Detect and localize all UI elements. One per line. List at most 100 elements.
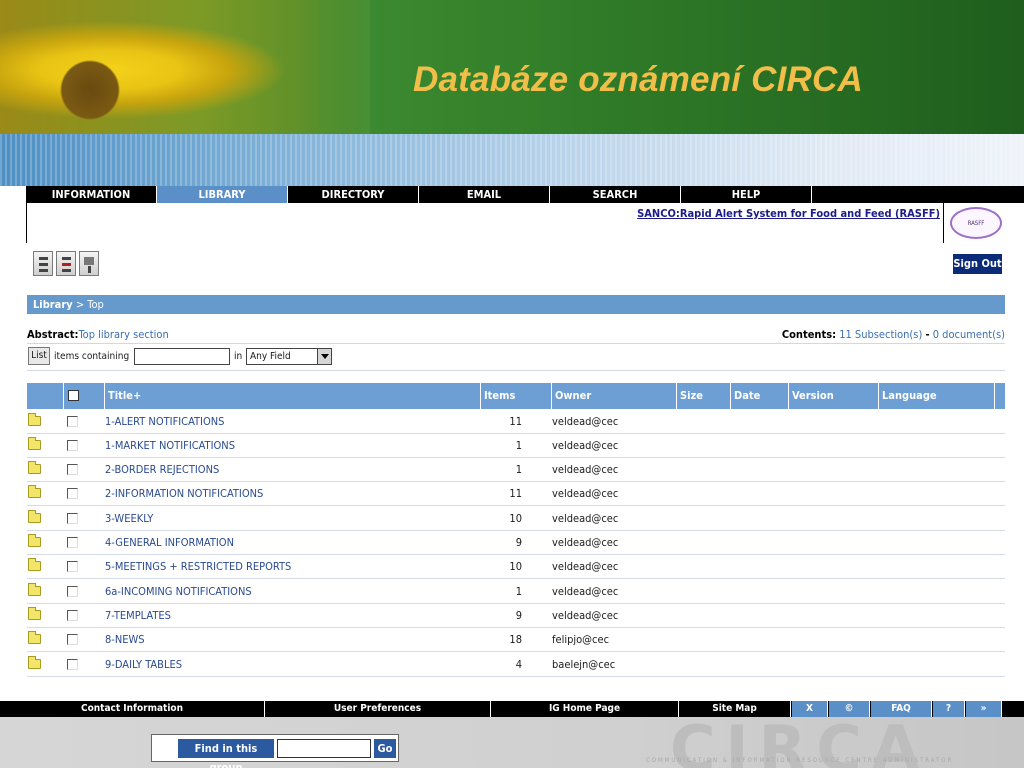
download-icon[interactable]: [79, 251, 99, 276]
tab-information[interactable]: INFORMATION: [26, 186, 157, 203]
row-items: 18: [509, 633, 522, 646]
row-title-link[interactable]: 8-NEWS: [105, 633, 145, 646]
table-row: 7-TEMPLATES 9 veldead@cec: [27, 604, 1005, 628]
footer-preferences-link[interactable]: User Preferences: [265, 701, 491, 717]
tab-library[interactable]: LIBRARY: [157, 186, 288, 203]
list-view-icon[interactable]: [33, 251, 53, 276]
col-version[interactable]: Version: [788, 383, 880, 409]
row-items: 9: [515, 536, 522, 549]
row-owner: baelejn@cec: [552, 658, 616, 671]
row-owner: veldead@cec: [552, 609, 619, 622]
contents-summary: Contents: 11 Subsection(s) - 0 document(…: [781, 328, 1005, 341]
footer-sitemap-link[interactable]: Site Map: [679, 701, 791, 717]
row-items: 11: [509, 487, 522, 500]
table-row: 9-DAILY TABLES 4 baelejn@cec: [27, 653, 1005, 677]
sign-out-button[interactable]: Sign Out: [953, 254, 1002, 274]
folder-icon[interactable]: [28, 485, 41, 498]
row-checkbox[interactable]: [67, 464, 78, 475]
col-owner[interactable]: Owner: [551, 383, 676, 409]
row-owner: veldead@cec: [552, 415, 619, 428]
go-button[interactable]: Go: [374, 739, 396, 758]
row-title-link[interactable]: 6a-INCOMING NOTIFICATIONS: [105, 585, 252, 598]
row-checkbox[interactable]: [67, 634, 78, 645]
row-checkbox[interactable]: [67, 513, 78, 524]
footer-x-button[interactable]: X: [792, 701, 828, 717]
row-checkbox[interactable]: [67, 488, 78, 499]
footer-contact-link[interactable]: Contact Information: [0, 701, 265, 717]
abstract: Abstract:Top library section: [27, 328, 169, 341]
row-items: 10: [509, 560, 522, 573]
row-owner: felipjo@cec: [552, 633, 610, 646]
row-checkbox[interactable]: [67, 537, 78, 548]
row-owner: veldead@cec: [552, 560, 619, 573]
col-date[interactable]: Date: [730, 383, 788, 409]
slide-banner: Databáze oznámení CIRCA: [0, 0, 1024, 134]
table-row: 1-ALERT NOTIFICATIONS 11 veldead@cec: [27, 410, 1005, 434]
row-checkbox[interactable]: [67, 416, 78, 427]
row-checkbox[interactable]: [67, 561, 78, 572]
search-input[interactable]: [134, 348, 230, 365]
row-owner: veldead@cec: [552, 487, 619, 500]
find-in-group: Find in this group Go: [151, 734, 399, 768]
folder-icon[interactable]: [28, 583, 41, 596]
tab-help[interactable]: HELP: [681, 186, 812, 203]
folder-icon[interactable]: [28, 510, 41, 523]
row-title-link[interactable]: 1-ALERT NOTIFICATIONS: [105, 415, 224, 428]
folder-icon[interactable]: [28, 461, 41, 474]
row-owner: veldead@cec: [552, 439, 619, 452]
find-input[interactable]: [277, 739, 371, 758]
table-row: 8-NEWS 18 felipjo@cec: [27, 628, 1005, 652]
folder-icon[interactable]: [28, 413, 41, 426]
decorative-stripe: [0, 134, 1024, 186]
col-title[interactable]: Title+: [104, 383, 482, 409]
select-all-checkbox[interactable]: [68, 390, 79, 401]
list-button[interactable]: List: [28, 347, 50, 365]
row-title-link[interactable]: 2-BORDER REJECTIONS: [105, 463, 219, 476]
col-items[interactable]: Items: [480, 383, 551, 409]
row-title-link[interactable]: 7-TEMPLATES: [105, 609, 171, 622]
chevron-down-icon: [317, 349, 331, 364]
folder-icon[interactable]: [28, 437, 41, 450]
folder-icon[interactable]: [28, 558, 41, 571]
tab-search[interactable]: SEARCH: [550, 186, 681, 203]
interest-group-link[interactable]: SANCO:Rapid Alert System for Food and Fe…: [637, 207, 940, 220]
footer-ig-home-link[interactable]: IG Home Page: [491, 701, 679, 717]
slide-title: Databáze oznámení CIRCA: [413, 60, 863, 99]
row-title-link[interactable]: 3-WEEKLY: [105, 512, 153, 525]
tab-directory[interactable]: DIRECTORY: [288, 186, 419, 203]
folder-icon[interactable]: [28, 607, 41, 620]
circa-watermark-logo: CIRCA COMMUNICATION & INFORMATION RESOUR…: [646, 718, 954, 768]
remove-icon[interactable]: [56, 251, 76, 276]
table-header: Title+ Items Owner Size Date Version Lan…: [27, 383, 1005, 409]
folder-icon[interactable]: [28, 631, 41, 644]
field-select[interactable]: Any Field: [246, 348, 332, 365]
footer-faq-button[interactable]: FAQ: [871, 701, 932, 717]
row-checkbox[interactable]: [67, 440, 78, 451]
table-row: 5-MEETINGS + RESTRICTED REPORTS 10 velde…: [27, 555, 1005, 579]
row-checkbox[interactable]: [67, 610, 78, 621]
table-row: 2-BORDER REJECTIONS 1 veldead@cec: [27, 458, 1005, 482]
breadcrumb-current: Top: [87, 298, 104, 311]
tab-email[interactable]: EMAIL: [419, 186, 550, 203]
row-checkbox[interactable]: [67, 659, 78, 670]
row-checkbox[interactable]: [67, 586, 78, 597]
row-owner: veldead@cec: [552, 512, 619, 525]
row-title-link[interactable]: 1-MARKET NOTIFICATIONS: [105, 439, 235, 452]
folder-icon[interactable]: [28, 656, 41, 669]
table-row: 3-WEEKLY 10 veldead@cec: [27, 507, 1005, 531]
col-size[interactable]: Size: [676, 383, 730, 409]
breadcrumb-library[interactable]: Library: [33, 298, 73, 311]
folder-icon[interactable]: [28, 534, 41, 547]
table-row: 2-INFORMATION NOTIFICATIONS 11 veldead@c…: [27, 482, 1005, 506]
footer-help-button[interactable]: ?: [933, 701, 965, 717]
row-title-link[interactable]: 2-INFORMATION NOTIFICATIONS: [105, 487, 263, 500]
row-title-link[interactable]: 9-DAILY TABLES: [105, 658, 182, 671]
footer-copyright-button[interactable]: ©: [829, 701, 870, 717]
col-language[interactable]: Language: [878, 383, 994, 409]
row-owner: veldead@cec: [552, 536, 619, 549]
row-title-link[interactable]: 4-GENERAL INFORMATION: [105, 536, 234, 549]
row-title-link[interactable]: 5-MEETINGS + RESTRICTED REPORTS: [105, 560, 291, 573]
row-items: 4: [515, 658, 522, 671]
footer-more-button[interactable]: »: [966, 701, 1002, 717]
row-owner: veldead@cec: [552, 463, 619, 476]
